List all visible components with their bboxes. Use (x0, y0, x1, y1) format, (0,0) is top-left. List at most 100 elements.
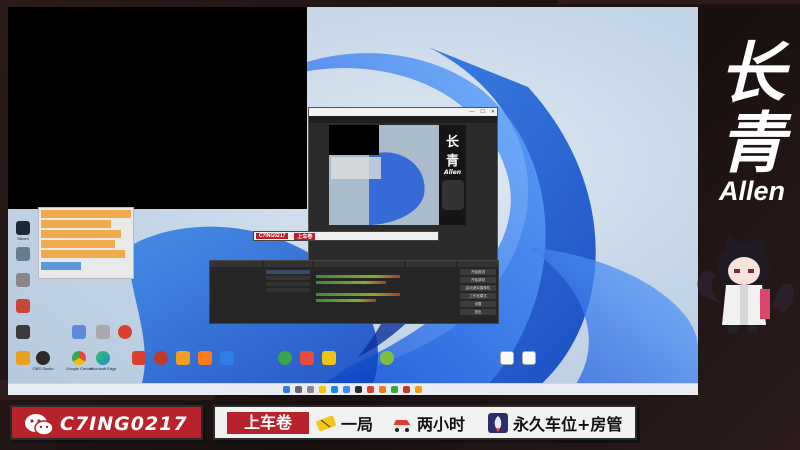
obs-studio-icon[interactable]: OBS Studio (30, 351, 56, 371)
exit-button[interactable]: 退出 (460, 309, 496, 315)
app-icon[interactable] (379, 386, 386, 393)
promo-box: 上车卷 一局 两小时 永久车位+房管 (213, 405, 637, 440)
controls-panel-header (458, 261, 498, 267)
scenes-panel-header (210, 261, 262, 267)
rocket-icon (488, 413, 508, 433)
ticket-icon (316, 415, 336, 432)
preview-char-chang: 长 (445, 135, 459, 150)
list-item[interactable] (41, 230, 121, 238)
app-icon[interactable] (66, 325, 92, 339)
steam-icon[interactable]: Steam (10, 221, 36, 241)
app-icon-glyph (198, 351, 212, 365)
app-icon[interactable] (415, 386, 422, 393)
wechat-box: C7ING0217 (10, 405, 203, 440)
edge-icon[interactable] (331, 386, 338, 393)
chrome-glyph (72, 351, 86, 365)
app-icon-glyph (132, 351, 146, 365)
preview-char-qing: 青 (445, 154, 459, 169)
black-window[interactable] (8, 7, 307, 209)
edge-icon[interactable]: Microsoft Edge (90, 351, 116, 371)
file-glyph (500, 351, 514, 365)
obs-window[interactable]: — ☐ ✕ 长 青 Allen C7ING0217 上车卷 开始推流 开始录制 … (209, 107, 499, 324)
bottom-info-bar: C7ING0217 上车卷 一局 两小时 永久车位+房管 (10, 405, 790, 445)
preview-name: Allen (443, 169, 462, 176)
app-icon-glyph (154, 351, 168, 365)
brand-char-qing: 青 (719, 105, 785, 182)
app-icon[interactable] (10, 325, 36, 339)
obs-preview-canvas[interactable] (329, 125, 439, 225)
app-icon-glyph (16, 247, 30, 261)
promo-text: 永久车位+房管 (513, 415, 623, 434)
source-item[interactable] (266, 270, 310, 274)
source-item[interactable] (266, 282, 310, 286)
list-item[interactable] (41, 220, 111, 228)
audio-meter (316, 293, 400, 296)
promo-two-hours: 两小时 (391, 411, 465, 435)
close-icon[interactable]: ✕ (491, 108, 495, 116)
obs-icon[interactable] (355, 386, 362, 393)
streamer-avatar (697, 233, 794, 333)
app-icon[interactable] (10, 247, 36, 261)
promo-permanent-seat: 永久车位+房管 (487, 411, 622, 435)
obs-preview-bottom-bar: C7ING0217 上车卷 (253, 231, 439, 241)
app-icon[interactable] (214, 351, 240, 365)
obs-menubar[interactable] (309, 116, 497, 123)
app-icon-glyph (96, 325, 110, 339)
app-icon[interactable] (316, 351, 342, 365)
app-icon-glyph (16, 325, 30, 339)
desktop-capture: Steam OBS Studio Google Chrome Microsoft… (8, 7, 698, 395)
start-recording-button[interactable]: 开始录制 (460, 277, 496, 283)
app-icon-glyph (16, 299, 30, 313)
list-item[interactable] (41, 210, 131, 218)
obs-titlebar[interactable]: — ☐ ✕ (309, 108, 497, 116)
app-icon[interactable] (374, 351, 400, 365)
bg-stripe (555, 0, 800, 4)
preview-promo: 上车卷 (294, 232, 316, 240)
edge-glyph (96, 351, 110, 365)
source-item[interactable] (266, 276, 310, 280)
app-icon-glyph (16, 351, 30, 365)
list-item[interactable] (41, 240, 115, 248)
studio-mode-button[interactable]: 工作室模式 (460, 293, 496, 299)
list-item[interactable] (41, 262, 81, 270)
preview-avatar (441, 180, 464, 210)
transitions-panel-header (406, 261, 456, 267)
obs-glyph (36, 351, 50, 365)
source-item[interactable] (266, 288, 310, 292)
floating-list-panel[interactable] (38, 207, 134, 279)
preview-bloom (329, 125, 425, 225)
chrome-icon[interactable] (343, 386, 350, 393)
chrome-icon[interactable]: Google Chrome (66, 351, 92, 371)
app-icon-glyph (220, 351, 234, 365)
app-icon[interactable] (391, 386, 398, 393)
file-glyph (522, 351, 536, 365)
taskbar[interactable] (8, 383, 698, 395)
app-icon[interactable] (10, 299, 36, 313)
app-icon[interactable] (10, 273, 36, 287)
app-icon[interactable] (367, 386, 374, 393)
app-icon[interactable] (112, 325, 138, 339)
obs-docks[interactable]: 开始推流 开始录制 启动虚拟摄像机 工作室模式 设置 退出 (209, 260, 499, 324)
file-icon[interactable] (516, 351, 542, 365)
ticket-label: 上车卷 (227, 412, 309, 434)
settings-button[interactable]: 设置 (460, 301, 496, 307)
maximize-icon[interactable]: ☐ (480, 108, 484, 116)
brand-name: Allen (718, 176, 785, 206)
list-item[interactable] (41, 250, 125, 258)
app-icon[interactable] (403, 386, 410, 393)
icon-label: OBS Studio (32, 366, 54, 371)
minimize-icon[interactable]: — (469, 108, 474, 116)
file-explorer-icon[interactable] (319, 386, 326, 393)
audio-meter (316, 281, 386, 284)
app-icon-glyph (72, 325, 86, 339)
start-streaming-button[interactable]: 开始推流 (460, 269, 496, 275)
icon-label: Steam (17, 236, 29, 241)
task-view-icon[interactable] (307, 386, 314, 393)
start-icon[interactable] (283, 386, 290, 393)
start-virtual-camera-button[interactable]: 启动虚拟摄像机 (460, 285, 496, 291)
icon-label: Microsoft Edge (90, 366, 116, 371)
mixer-panel-header (314, 261, 404, 267)
search-icon[interactable] (295, 386, 302, 393)
preview-wechat: C7ING0217 (256, 233, 289, 239)
wechat-icon (25, 414, 54, 436)
